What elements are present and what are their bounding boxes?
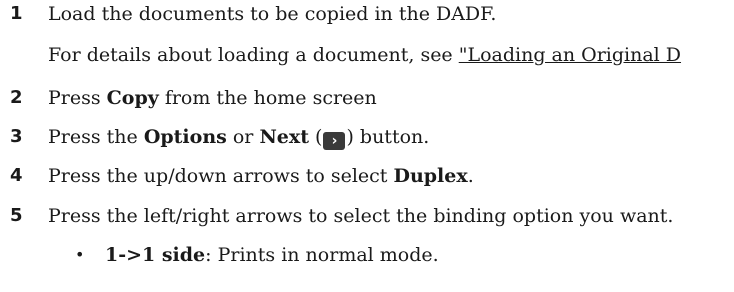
step-text-prefix: Press the up/down arrows to select (48, 165, 394, 187)
next-keyword: Next (259, 126, 309, 148)
step-number: 2 (10, 87, 23, 108)
loading-original-link[interactable]: "Loading an Original D (459, 44, 681, 66)
copy-keyword: Copy (106, 87, 159, 109)
step-text-prefix: Press the (48, 126, 144, 148)
step-text: Load the documents to be copied in the D… (48, 3, 497, 25)
paren-open: ( (309, 126, 323, 148)
step-number: 5 (10, 205, 23, 226)
step-text: Press the up/down arrows to select Duple… (48, 164, 474, 188)
step-text: Press the left/right arrows to select th… (48, 205, 674, 227)
duplex-keyword: Duplex (393, 165, 468, 187)
one-sided-keyword: 1->1 side (105, 244, 206, 266)
bullet-marker: • (75, 245, 85, 264)
step-text: Press Copy from the home screen (48, 86, 377, 110)
step-text: Press the Options or Next (›) button. (48, 125, 429, 150)
bullet-text: 1->1 side: Prints in normal mode. (105, 243, 439, 267)
step-text-suffix: from the home screen (158, 87, 377, 109)
detail-prefix: For details about loading a document, se… (48, 44, 459, 66)
bullet-suffix: : Prints in normal mode. (205, 244, 439, 266)
step-number: 3 (10, 126, 23, 147)
step-number: 1 (10, 3, 23, 24)
step-text-middle: or (226, 126, 260, 148)
step-detail-text: For details about loading a document, se… (48, 43, 681, 67)
step-text-suffix: ) button. (346, 126, 430, 148)
options-keyword: Options (143, 126, 227, 148)
step-text-prefix: Press (48, 87, 107, 109)
next-button-icon: › (323, 132, 346, 150)
document-page: { "steps": [ { "number": "1", "text": "L… (0, 0, 734, 292)
step-number: 4 (10, 165, 23, 186)
step-text-suffix: . (467, 165, 474, 187)
